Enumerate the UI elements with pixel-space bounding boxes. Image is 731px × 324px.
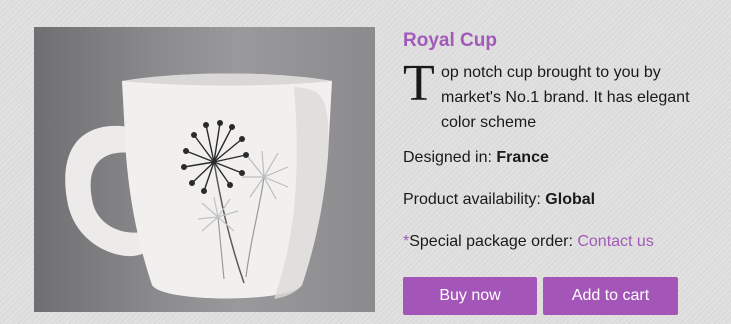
product-title: Royal Cup	[403, 30, 497, 51]
buy-now-button[interactable]: Buy now	[403, 277, 537, 315]
product-info: Royal Cup Top notch cup brought to you b…	[403, 30, 718, 253]
description-text: op notch cup brought to you by market's …	[441, 64, 690, 131]
availability-value: Global	[545, 191, 596, 208]
cup-illustration	[65, 73, 332, 299]
designed-in-label: Designed in:	[403, 149, 497, 166]
product-card: Royal Cup Top notch cup brought to you b…	[0, 0, 731, 324]
designed-in-row: Designed in: France	[403, 147, 718, 169]
special-order-row: *Special package order: Contact us	[403, 231, 718, 253]
designed-in-value: France	[496, 149, 549, 166]
availability-label: Product availability:	[403, 191, 546, 208]
description-dropcap: T	[403, 55, 435, 112]
contact-us-link[interactable]: Contact us	[577, 233, 653, 250]
special-order-label: Special package order:	[409, 233, 578, 250]
add-to-cart-button[interactable]: Add to cart	[543, 277, 678, 315]
product-image	[34, 27, 375, 312]
product-description: Top notch cup brought to you by market's…	[403, 55, 718, 135]
availability-row: Product availability: Global	[403, 189, 718, 211]
